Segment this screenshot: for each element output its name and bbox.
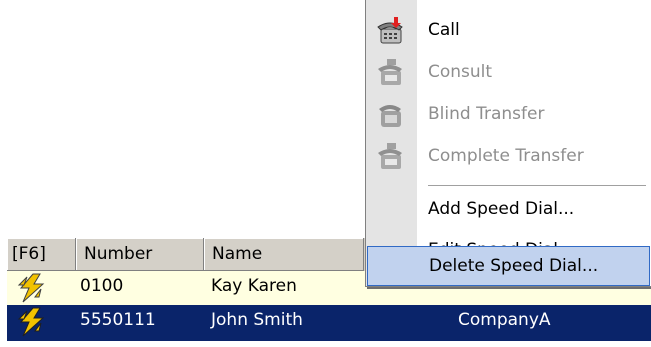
menu-item-call[interactable]: Call xyxy=(366,10,651,51)
menu-item-add-speed-dial[interactable]: Add Speed Dial... xyxy=(366,189,651,230)
row-number: 0100 xyxy=(80,276,124,296)
menu-item-label: Add Speed Dial... xyxy=(428,199,575,219)
menu-item-blind-transfer[interactable]: Blind Transfer xyxy=(366,94,651,135)
menu-item-label: Consult xyxy=(428,62,493,82)
menu-item-label: Delete Speed Dial... xyxy=(429,256,599,276)
row-number: 5550111 xyxy=(80,310,156,330)
phone-blind-transfer-icon xyxy=(375,100,405,130)
menu-item-label: Blind Transfer xyxy=(428,104,545,124)
menu-item-consult[interactable]: Consult xyxy=(366,52,651,93)
context-menu: Call Consult Blind Transfer Complete Tra… xyxy=(365,0,651,287)
menu-separator xyxy=(428,185,646,186)
phone-consult-icon xyxy=(375,58,405,88)
table-row-selected[interactable]: 5550111 John Smith CompanyA xyxy=(7,305,651,341)
row-name: John Smith xyxy=(211,310,303,330)
menu-item-complete-transfer[interactable]: Complete Transfer xyxy=(366,136,651,177)
phone-call-icon xyxy=(375,16,405,46)
phone-complete-transfer-icon xyxy=(375,142,405,172)
column-header-f6[interactable]: [F6] xyxy=(7,238,76,271)
speed-dial-lightning-icon xyxy=(15,273,55,303)
menu-item-label: Complete Transfer xyxy=(428,146,584,166)
menu-item-label: Call xyxy=(428,20,460,40)
menu-item-delete-speed-dial[interactable]: Delete Speed Dial... xyxy=(367,246,650,286)
row-name: Kay Karen xyxy=(211,276,297,296)
column-header-name[interactable]: Name xyxy=(204,238,364,271)
speed-dial-lightning-icon xyxy=(15,307,55,337)
row-company: CompanyA xyxy=(458,310,551,330)
column-header-number[interactable]: Number xyxy=(76,238,204,271)
